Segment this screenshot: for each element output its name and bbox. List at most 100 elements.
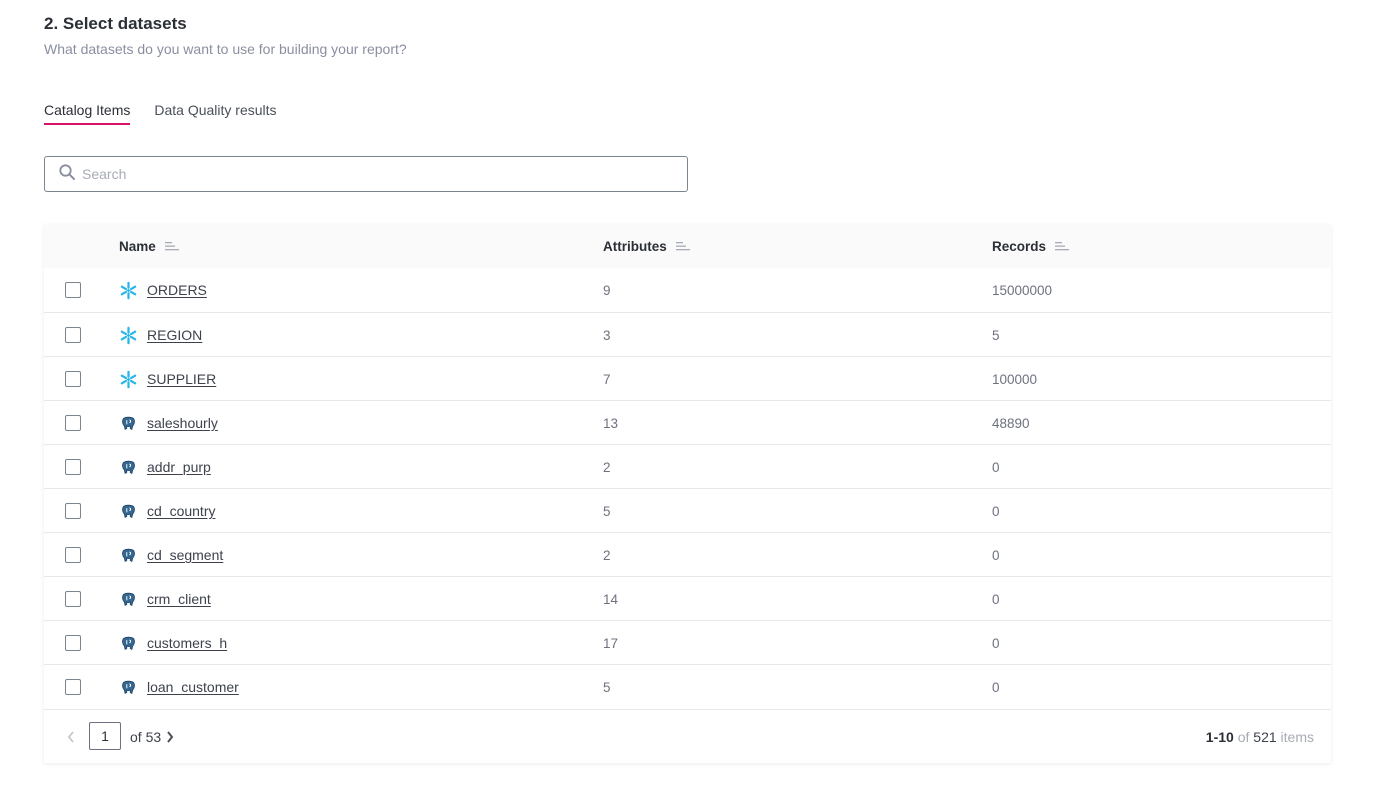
- records-cell: 15000000: [992, 282, 1053, 298]
- attributes-cell: 3: [603, 327, 611, 343]
- attributes-cell: 13: [603, 415, 619, 431]
- column-label: Name: [119, 238, 156, 254]
- items-total: 521: [1253, 729, 1277, 745]
- table-row: ORDERS 9 15000000: [44, 268, 1331, 312]
- table-row: saleshourly 13 48890: [44, 400, 1331, 444]
- name-cell: addr_purp: [119, 445, 211, 489]
- postgresql-icon: [119, 634, 138, 653]
- records-cell: 48890: [992, 415, 1030, 431]
- attributes-cell: 2: [603, 547, 611, 563]
- snowflake-icon: [119, 281, 138, 300]
- attributes-cell: 7: [603, 371, 611, 387]
- dataset-link[interactable]: customers_h: [147, 635, 227, 651]
- postgresql-icon: [119, 414, 138, 433]
- name-cell: crm_client: [119, 577, 211, 621]
- datasets-table: Name Attributes Records ORDERS 9 1500000…: [44, 224, 1331, 763]
- dataset-link[interactable]: cd_segment: [147, 547, 223, 563]
- table-row: crm_client 14 0: [44, 576, 1331, 620]
- row-checkbox[interactable]: [65, 635, 81, 651]
- dataset-link[interactable]: cd_country: [147, 503, 215, 519]
- table-row: loan_customer 5 0: [44, 664, 1331, 708]
- dataset-link[interactable]: loan_customer: [147, 679, 239, 695]
- page-title: 2. Select datasets: [44, 14, 187, 33]
- name-cell: loan_customer: [119, 665, 239, 709]
- postgresql-icon: [119, 546, 138, 565]
- table-row: customers_h 17 0: [44, 620, 1331, 664]
- tab-data-quality-results[interactable]: Data Quality results: [154, 102, 276, 124]
- table-row: cd_segment 2 0: [44, 532, 1331, 576]
- chevron-left-icon[interactable]: [66, 729, 76, 745]
- name-cell: ORDERS: [119, 268, 207, 312]
- sort-icon[interactable]: [164, 241, 179, 251]
- tab-bar: Catalog Items Data Quality results: [44, 102, 277, 125]
- items-word: items: [1280, 729, 1314, 745]
- attributes-cell: 2: [603, 459, 611, 475]
- page-number-input[interactable]: [89, 722, 121, 750]
- postgresql-icon: [119, 458, 138, 477]
- records-cell: 5: [992, 327, 1000, 343]
- row-checkbox[interactable]: [65, 282, 81, 298]
- records-cell: 0: [992, 679, 1000, 695]
- search-box: [44, 156, 688, 192]
- items-range: 1-10: [1205, 729, 1234, 745]
- attributes-cell: 14: [603, 591, 619, 607]
- of-word: of: [1237, 729, 1250, 745]
- name-cell: SUPPLIER: [119, 357, 216, 401]
- records-cell: 0: [992, 459, 1000, 475]
- dataset-link[interactable]: crm_client: [147, 591, 211, 607]
- records-cell: 0: [992, 635, 1000, 651]
- snowflake-icon: [119, 370, 138, 389]
- postgresql-icon: [119, 502, 138, 521]
- items-range-summary: 1-10 of 521 items: [1206, 729, 1314, 745]
- table-body: ORDERS 9 15000000 REGION 3 5 SUPPLIER 7 …: [44, 268, 1331, 708]
- name-cell: customers_h: [119, 621, 227, 665]
- table-row: SUPPLIER 7 100000: [44, 356, 1331, 400]
- column-label: Attributes: [603, 238, 667, 254]
- search-icon: [58, 163, 76, 186]
- row-checkbox[interactable]: [65, 591, 81, 607]
- records-cell: 0: [992, 503, 1000, 519]
- row-checkbox[interactable]: [65, 459, 81, 475]
- attributes-cell: 17: [603, 635, 619, 651]
- snowflake-icon: [119, 326, 138, 345]
- sort-icon[interactable]: [675, 241, 690, 251]
- attributes-cell: 5: [603, 503, 611, 519]
- row-checkbox[interactable]: [65, 547, 81, 563]
- attributes-cell: 9: [603, 282, 611, 298]
- dataset-link[interactable]: REGION: [147, 327, 202, 343]
- dataset-link[interactable]: addr_purp: [147, 459, 211, 475]
- dataset-link[interactable]: SUPPLIER: [147, 371, 216, 387]
- name-cell: cd_country: [119, 489, 215, 533]
- row-checkbox[interactable]: [65, 371, 81, 387]
- search-input[interactable]: [82, 166, 642, 182]
- pagination-bar: of 53 1-10 of 521 items: [44, 709, 1331, 763]
- column-label: Records: [992, 238, 1047, 254]
- table-row: addr_purp 2 0: [44, 444, 1331, 488]
- table-row: REGION 3 5: [44, 312, 1331, 356]
- column-header-records[interactable]: Records: [992, 224, 1070, 268]
- name-cell: saleshourly: [119, 401, 218, 445]
- table-header: Name Attributes Records: [44, 224, 1331, 268]
- records-cell: 100000: [992, 371, 1038, 387]
- records-cell: 0: [992, 547, 1000, 563]
- row-checkbox[interactable]: [65, 503, 81, 519]
- name-cell: cd_segment: [119, 533, 223, 577]
- postgresql-icon: [119, 678, 138, 697]
- postgresql-icon: [119, 590, 138, 609]
- column-header-attributes[interactable]: Attributes: [603, 224, 690, 268]
- sort-icon[interactable]: [1055, 241, 1070, 251]
- chevron-right-icon[interactable]: [165, 729, 175, 745]
- dataset-link[interactable]: ORDERS: [147, 282, 207, 298]
- dataset-link[interactable]: saleshourly: [147, 415, 218, 431]
- column-header-name[interactable]: Name: [119, 224, 179, 268]
- tab-catalog-items[interactable]: Catalog Items: [44, 102, 131, 125]
- page-subtitle: What datasets do you want to use for bui…: [44, 41, 407, 57]
- row-checkbox[interactable]: [65, 327, 81, 343]
- records-cell: 0: [992, 591, 1000, 607]
- row-checkbox[interactable]: [65, 679, 81, 695]
- total-pages-label: of 53: [130, 729, 162, 745]
- attributes-cell: 5: [603, 679, 611, 695]
- row-checkbox[interactable]: [65, 415, 81, 431]
- name-cell: REGION: [119, 313, 202, 357]
- table-row: cd_country 5 0: [44, 488, 1331, 532]
